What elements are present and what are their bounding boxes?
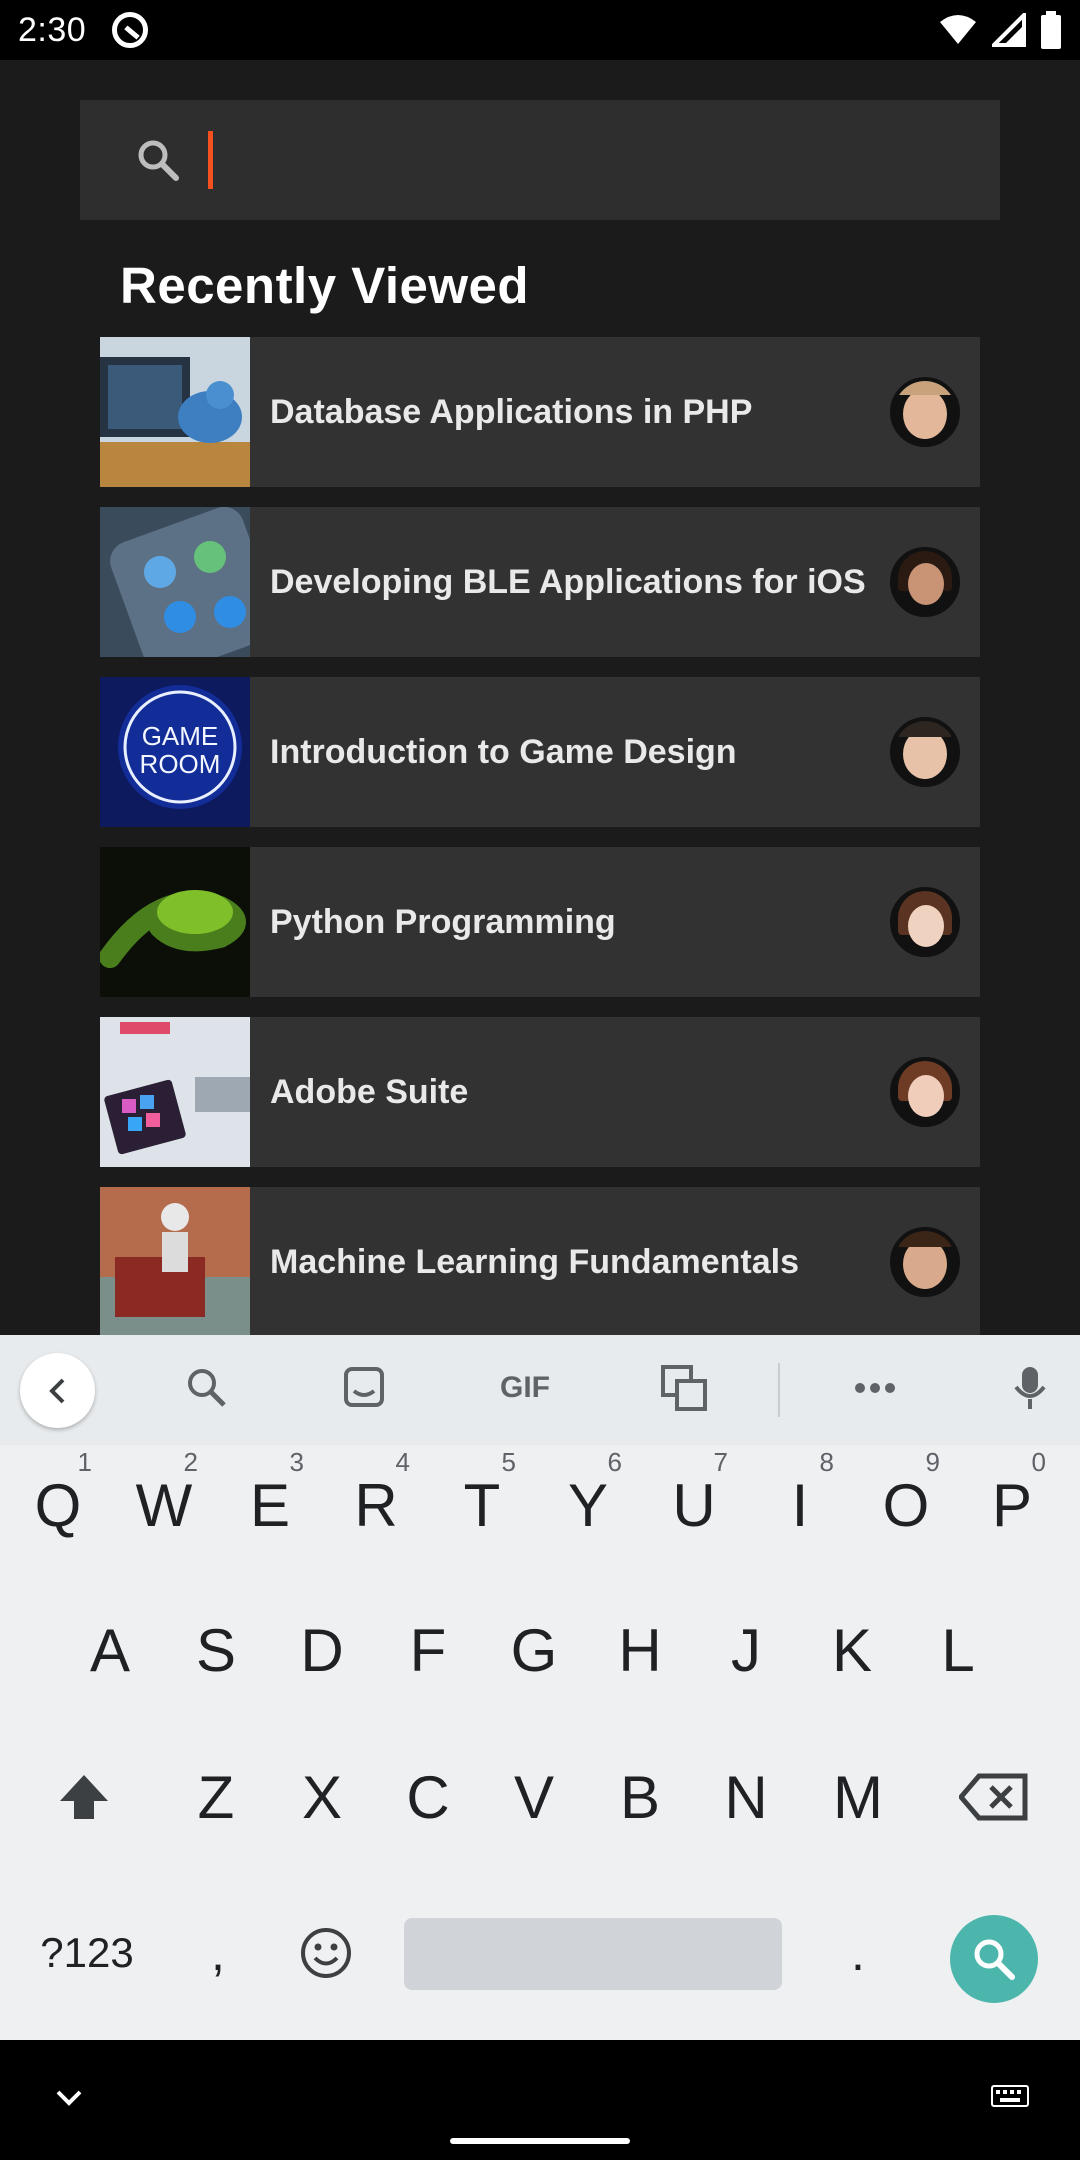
instructor-avatar xyxy=(890,377,960,447)
key-i[interactable]: I8 xyxy=(750,1445,850,1565)
key-w[interactable]: W2 xyxy=(114,1445,214,1565)
status-time: 2:30 xyxy=(18,10,87,49)
navigation-bar xyxy=(0,2040,1080,2160)
wifi-icon xyxy=(940,15,976,44)
key-y[interactable]: Y6 xyxy=(538,1445,638,1565)
search-input[interactable] xyxy=(310,100,960,220)
key-z[interactable]: Z xyxy=(166,1737,266,1857)
battery-icon xyxy=(1041,11,1061,49)
more-icon[interactable] xyxy=(845,1363,905,1423)
key-l[interactable]: L xyxy=(908,1590,1008,1710)
key-t[interactable]: T5 xyxy=(432,1445,532,1565)
course-title: Python Programming xyxy=(270,902,616,941)
app-content: Recently Viewed Database Applications in… xyxy=(0,60,1080,1335)
course-title: Developing BLE Applications for iOS xyxy=(270,562,866,601)
key-d[interactable]: D xyxy=(272,1590,372,1710)
signal-icon xyxy=(992,13,1026,47)
instructor-avatar xyxy=(890,1227,960,1297)
search-icon xyxy=(974,1939,1015,1980)
toolbar-divider xyxy=(778,1363,780,1417)
sticker-icon[interactable] xyxy=(334,1363,394,1421)
key-c[interactable]: C xyxy=(378,1737,478,1857)
course-thumbnail xyxy=(100,1187,250,1335)
course-item[interactable]: Developing BLE Applications for iOS xyxy=(100,507,980,657)
instructor-avatar xyxy=(890,717,960,787)
emoji-icon xyxy=(301,1928,351,1978)
key-s[interactable]: S xyxy=(166,1590,266,1710)
key-n[interactable]: N xyxy=(696,1737,796,1857)
instructor-avatar xyxy=(890,887,960,957)
course-title: Machine Learning Fundamentals xyxy=(270,1242,799,1281)
key-q[interactable]: Q1 xyxy=(8,1445,108,1565)
spacebar[interactable] xyxy=(404,1918,782,1990)
key-o[interactable]: O9 xyxy=(856,1445,956,1565)
key-b[interactable]: B xyxy=(590,1737,690,1857)
data-saver-icon xyxy=(112,12,149,48)
key-u[interactable]: U7 xyxy=(644,1445,744,1565)
course-item[interactable]: GAME ROOM Introduction to Game Design xyxy=(100,677,980,827)
course-thumbnail xyxy=(100,507,250,657)
course-item[interactable]: Machine Learning Fundamentals xyxy=(100,1187,980,1335)
search-action-key[interactable] xyxy=(950,1915,1038,2003)
key-e[interactable]: E3 xyxy=(220,1445,320,1565)
translate-icon[interactable] xyxy=(654,1363,714,1423)
instructor-avatar xyxy=(890,1057,960,1127)
keyboard-icon[interactable] xyxy=(990,2084,1030,2112)
chevron-down-icon[interactable] xyxy=(54,2086,84,2110)
home-handle[interactable] xyxy=(450,2138,630,2144)
search-bar[interactable] xyxy=(80,100,1000,220)
comma-key[interactable]: , xyxy=(168,1893,268,2013)
shift-icon xyxy=(60,1775,108,1819)
course-title: Database Applications in PHP xyxy=(270,392,753,431)
course-item[interactable]: Python Programming xyxy=(100,847,980,997)
key-h[interactable]: H xyxy=(590,1590,690,1710)
backspace-icon xyxy=(959,1773,1028,1821)
key-k[interactable]: K xyxy=(802,1590,902,1710)
text-cursor xyxy=(208,131,213,189)
symbols-key[interactable]: ?123 xyxy=(22,1893,152,2013)
period-key[interactable]: . xyxy=(808,1893,908,2013)
key-a[interactable]: A xyxy=(60,1590,160,1710)
emoji-key[interactable] xyxy=(276,1893,376,2013)
svg-text:ROOM: ROOM xyxy=(140,749,221,779)
key-f[interactable]: F xyxy=(378,1590,478,1710)
keyboard-toolbar: GIF xyxy=(0,1335,1080,1445)
key-j[interactable]: J xyxy=(696,1590,796,1710)
status-bar: 2:30 xyxy=(0,0,1080,60)
key-p[interactable]: P0 xyxy=(962,1445,1062,1565)
course-item[interactable]: Adobe Suite xyxy=(100,1017,980,1167)
course-thumbnail xyxy=(100,337,250,487)
key-g[interactable]: G xyxy=(484,1590,584,1710)
recently-viewed-list: Database Applications in PHP Developing … xyxy=(100,337,980,1335)
course-item[interactable]: Database Applications in PHP xyxy=(100,337,980,487)
backspace-key[interactable] xyxy=(944,1737,1044,1857)
gif-button[interactable]: GIF xyxy=(490,1371,560,1405)
course-thumbnail xyxy=(100,847,250,997)
status-icons xyxy=(938,11,1062,49)
key-r[interactable]: R4 xyxy=(326,1445,426,1565)
instructor-avatar xyxy=(890,547,960,617)
course-thumbnail: GAME ROOM xyxy=(100,677,250,827)
key-v[interactable]: V xyxy=(484,1737,584,1857)
search-icon xyxy=(138,140,179,181)
key-m[interactable]: M xyxy=(808,1737,908,1857)
course-title: Introduction to Game Design xyxy=(270,732,737,771)
keyboard: Q1 W2 E3 R4 T5 Y6 U7 I8 O9 P0 A S D F G … xyxy=(0,1445,1080,2040)
chevron-left-icon[interactable] xyxy=(20,1353,95,1428)
key-x[interactable]: X xyxy=(272,1737,372,1857)
shift-key[interactable] xyxy=(34,1737,134,1857)
section-title: Recently Viewed xyxy=(120,257,530,314)
course-title: Adobe Suite xyxy=(270,1072,469,1111)
svg-text:GAME: GAME xyxy=(142,721,219,751)
course-thumbnail xyxy=(100,1017,250,1167)
search-icon[interactable] xyxy=(176,1363,236,1421)
mic-icon[interactable] xyxy=(1000,1363,1060,1423)
